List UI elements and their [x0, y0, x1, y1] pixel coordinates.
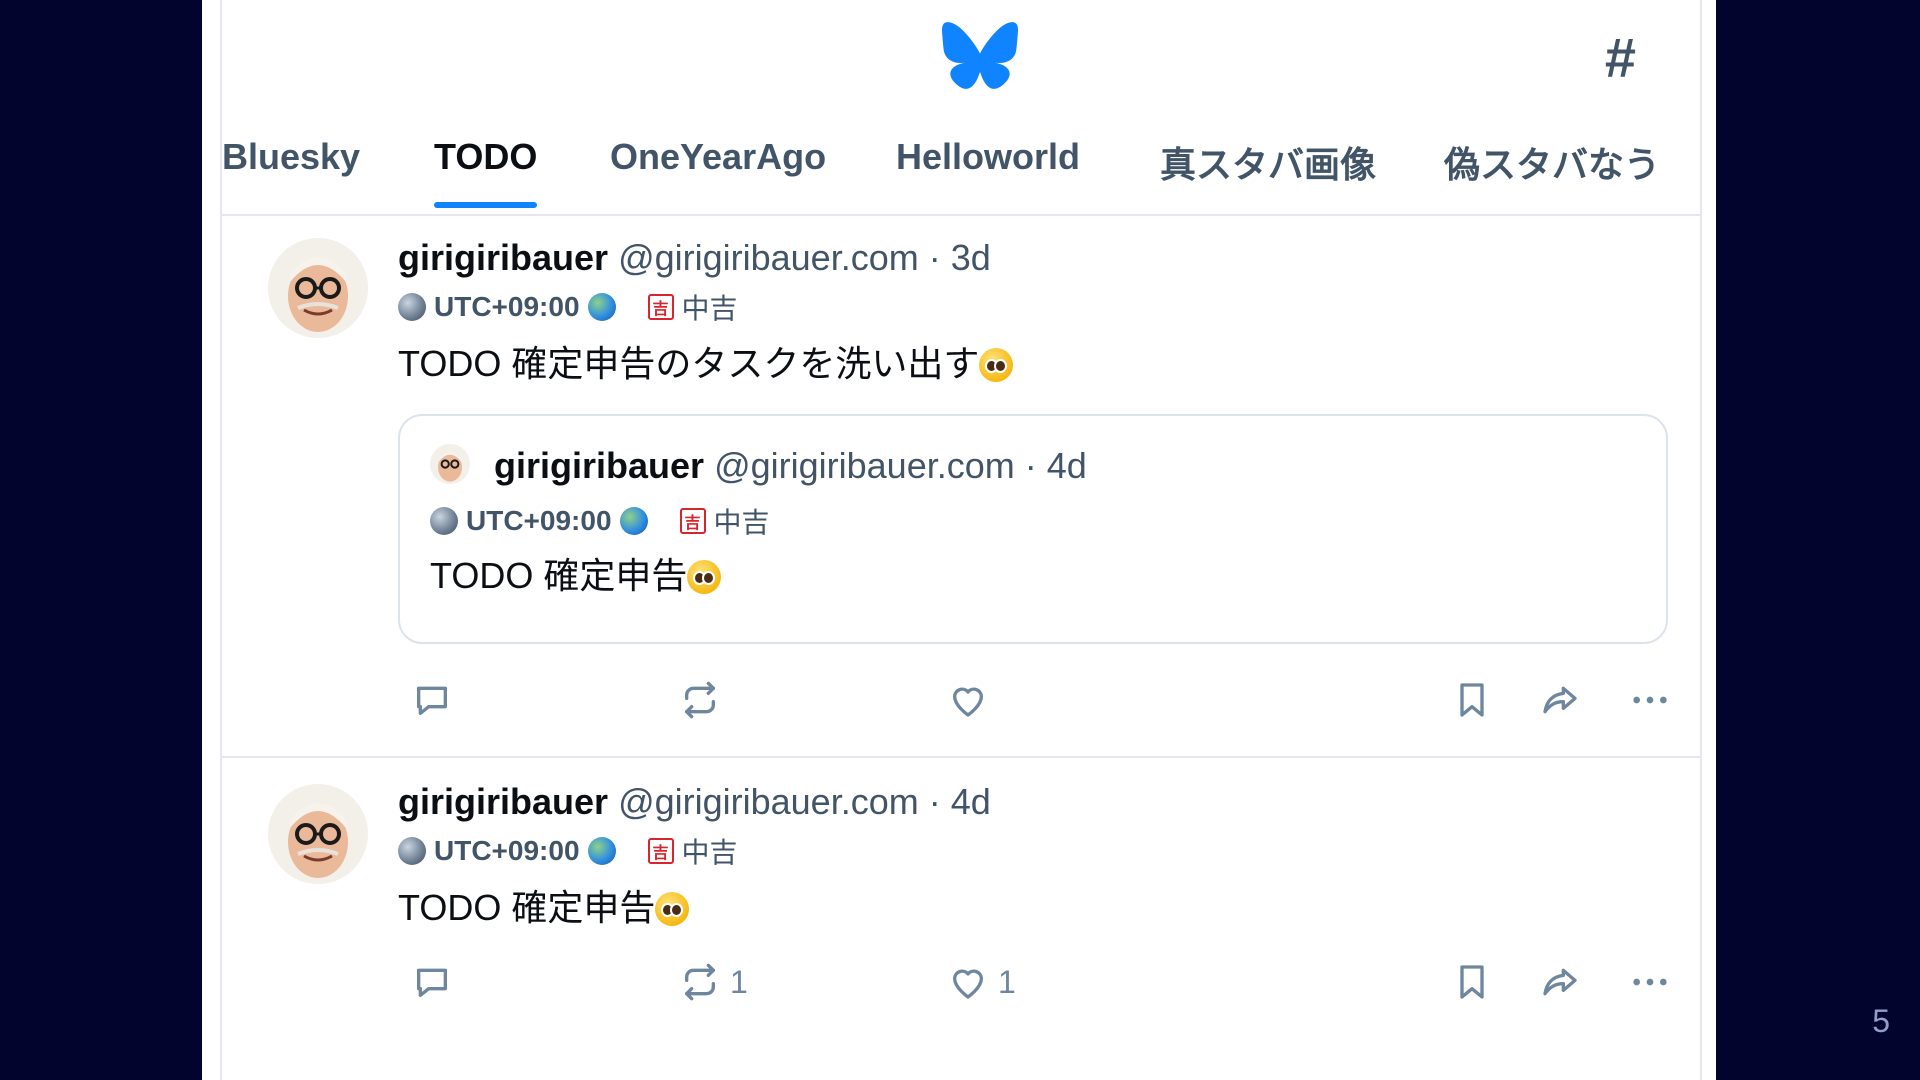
post-time[interactable]: 3d — [951, 237, 991, 278]
author-name[interactable]: girigiribauer — [398, 237, 608, 278]
bookmark-button[interactable] — [1452, 962, 1492, 1002]
share-button[interactable] — [1540, 680, 1580, 720]
fortune-badge-icon: 吉 — [647, 294, 674, 320]
globe-gray-icon — [398, 837, 426, 865]
more-options-button[interactable] — [1630, 962, 1670, 1002]
reply-button[interactable] — [412, 680, 462, 720]
tab-helloworld[interactable]: Helloworld — [896, 136, 1080, 190]
author-handle[interactable]: @girigiribauer.com — [618, 781, 919, 822]
post-time: 4d — [1046, 445, 1087, 486]
bookmark-icon — [1460, 965, 1484, 999]
post-content: girigiribauer @girigiribauer.com · 4d UT… — [398, 780, 1664, 932]
author-name[interactable]: girigiribauer — [398, 781, 608, 822]
pleading-face-icon — [655, 892, 690, 926]
separator: · — [928, 781, 941, 822]
meta-line: UTC+09:00 吉 中吉 — [398, 834, 1664, 868]
tab-bluesky[interactable]: Bluesky — [222, 136, 360, 190]
post-text: TODO 確定申告 — [398, 884, 1664, 932]
share-button[interactable] — [1540, 962, 1580, 1002]
meta-line: UTC+09:00 吉 中吉 — [398, 290, 1664, 324]
butterfly-icon[interactable] — [942, 22, 1018, 90]
bookmark-icon — [1460, 683, 1484, 717]
like-count: 1 — [998, 963, 1016, 1000]
reply-button[interactable] — [412, 962, 452, 1002]
avatar[interactable] — [268, 784, 368, 884]
heart-icon — [953, 687, 983, 717]
post-time[interactable]: 4d — [951, 781, 991, 822]
post-item[interactable]: girigiribauer @girigiribauer.com · 3d UT… — [222, 218, 1700, 758]
post-content: girigiribauer @girigiribauer.com · 3d UT… — [398, 236, 1668, 644]
fortune-label: 中吉 — [681, 293, 738, 324]
separator: · — [928, 237, 941, 278]
share-arrow-icon — [1543, 686, 1577, 714]
separator: · — [1024, 445, 1037, 486]
globe-icon — [619, 507, 648, 535]
post-text: TODO 確定申告のタスクを洗い出す — [398, 340, 1664, 388]
repost-icon — [685, 963, 715, 1001]
tab-todo[interactable]: TODO — [434, 136, 538, 208]
reply-icon — [417, 686, 447, 715]
hash-icon[interactable]: # — [1605, 26, 1636, 90]
heart-icon — [953, 969, 983, 999]
app-screen: # Bluesky TODO OneYearAgo Helloworld 真スタ… — [202, 0, 1716, 1080]
timezone-label: UTC+09:00 — [434, 835, 580, 866]
repost-icon — [685, 681, 715, 719]
pleading-face-icon — [687, 560, 722, 594]
globe-gray-icon — [398, 293, 426, 321]
fortune-label: 中吉 — [713, 507, 770, 538]
like-button[interactable] — [948, 680, 998, 720]
pleading-face-icon — [979, 348, 1014, 382]
feed-tabs: Bluesky TODO OneYearAgo Helloworld 真スタバ画… — [222, 120, 1700, 216]
globe-gray-icon — [430, 507, 458, 535]
author-handle[interactable]: @girigiribauer.com — [618, 237, 919, 278]
author-handle[interactable]: @girigiribauer.com — [714, 445, 1015, 486]
top-bar: # — [222, 0, 1700, 120]
fortune-badge-icon: 吉 — [679, 508, 706, 534]
meta-line: UTC+09:00 吉 中吉 — [430, 504, 1636, 538]
more-horizontal-icon — [1633, 696, 1667, 704]
timezone-label: UTC+09:00 — [434, 291, 580, 322]
quoted-post-content: girigiribauer @girigiribauer.com · 4d UT… — [430, 444, 1636, 600]
post-actions: 1 1 — [222, 962, 1700, 1010]
avatar — [430, 444, 470, 484]
globe-icon — [587, 837, 616, 865]
tab-oneyearago[interactable]: OneYearAgo — [610, 136, 826, 190]
timezone-label: UTC+09:00 — [466, 505, 612, 536]
post-header: girigiribauer @girigiribauer.com · 3d — [398, 236, 1664, 280]
active-tab-indicator — [434, 202, 538, 208]
share-arrow-icon — [1543, 968, 1577, 996]
fortune-label: 中吉 — [681, 837, 738, 868]
post-item[interactable]: girigiribauer @girigiribauer.com · 4d UT… — [222, 760, 1700, 1080]
avatar[interactable] — [268, 238, 368, 338]
quoted-post-header: girigiribauer @girigiribauer.com · 4d — [430, 444, 1636, 488]
author-name[interactable]: girigiribauer — [494, 445, 704, 486]
post-header: girigiribauer @girigiribauer.com · 4d — [398, 780, 1664, 824]
post-actions — [222, 680, 1700, 728]
tab-real-starbucks-images[interactable]: 真スタバ画像 — [1160, 136, 1376, 200]
repost-button[interactable] — [680, 680, 730, 720]
tab-fake-starbucks-now[interactable]: 偽スタバなう — [1444, 136, 1660, 200]
quoted-post[interactable]: girigiribauer @girigiribauer.com · 4d UT… — [398, 414, 1668, 644]
feed-column: # Bluesky TODO OneYearAgo Helloworld 真スタ… — [220, 0, 1702, 1080]
like-button[interactable]: 1 — [948, 962, 1016, 1002]
fortune-badge-icon: 吉 — [647, 838, 674, 864]
more-options-button[interactable] — [1630, 680, 1670, 720]
repost-count: 1 — [730, 963, 748, 1000]
reply-icon — [417, 968, 447, 997]
slide-page-number: 5 — [1872, 1003, 1890, 1039]
quoted-post-text: TODO 確定申告 — [430, 552, 1636, 600]
bookmark-button[interactable] — [1452, 680, 1492, 720]
globe-icon — [587, 293, 616, 321]
more-horizontal-icon — [1633, 978, 1667, 986]
repost-button[interactable]: 1 — [680, 962, 748, 1002]
